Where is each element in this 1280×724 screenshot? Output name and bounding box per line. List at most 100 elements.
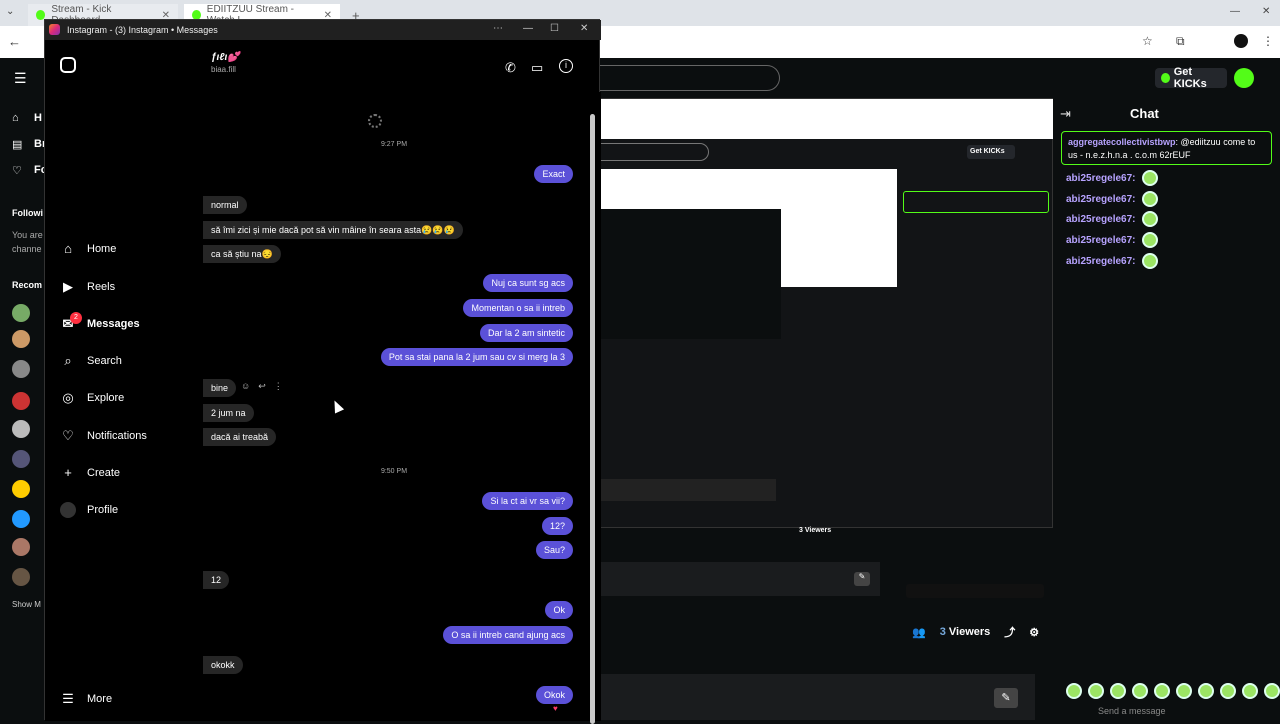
emote-icon <box>1141 191 1158 207</box>
message-bubble-sent[interactable]: Exact <box>534 165 573 183</box>
chat-username[interactable]: abi25regele67: <box>1066 173 1136 184</box>
scrollbar-thumb[interactable] <box>590 114 595 724</box>
conversation-header[interactable]: ƒιℓι💕 biaa.fill <box>211 52 240 74</box>
channel-avatar[interactable] <box>12 392 30 410</box>
message-bubble-sent[interactable]: Ok <box>545 601 573 619</box>
chat-username[interactable]: abi25regele67: <box>1066 256 1136 267</box>
message-bubble-received[interactable]: ca să știu na😔 <box>203 245 281 263</box>
tab-search-icon[interactable]: ⌄ <box>6 6 14 17</box>
emote-icon[interactable] <box>1220 683 1236 699</box>
following-text: channe <box>12 244 42 254</box>
nav-profile[interactable]: Profile <box>60 502 118 518</box>
instagram-sidebar: ⌂ Home ▶ Reels ✉ Messages ⌕ Search ◎ Explore … <box>45 40 203 721</box>
more-options-icon[interactable]: ⋮ <box>274 381 283 392</box>
reply-icon[interactable]: ↩ <box>258 381 266 392</box>
channel-avatar[interactable] <box>12 538 30 556</box>
close-window-icon[interactable]: ✕ <box>1262 6 1270 17</box>
message-bubble-received[interactable]: să îmi zici și mie dacă pot să vin mâine… <box>203 221 463 239</box>
minimize-window-icon[interactable]: — <box>1230 6 1240 17</box>
message-bubble-received[interactable]: 12 <box>203 571 230 589</box>
heart-icon[interactable]: ♡ <box>12 164 22 177</box>
channel-avatar[interactable] <box>12 360 30 378</box>
emote-icon[interactable] <box>1132 683 1148 699</box>
close-icon[interactable]: ✕ <box>580 23 588 34</box>
emote-icon[interactable] <box>1110 683 1126 699</box>
get-kicks-label: Get KICKs <box>1173 66 1207 90</box>
browse-icon[interactable]: ▤ <box>12 138 22 151</box>
info-icon[interactable]: i <box>559 59 573 73</box>
emote-icon[interactable] <box>1088 683 1104 699</box>
show-more-link[interactable]: Show M <box>12 600 41 609</box>
timestamp: 9:27 PM <box>380 141 408 148</box>
nav-home[interactable]: ⌂ Home <box>60 241 116 257</box>
back-icon[interactable]: ← <box>8 34 21 49</box>
emote-bar <box>1066 683 1280 699</box>
message-bubble-sent[interactable]: Nuj ca sunt sg acs <box>483 274 573 292</box>
channel-avatar[interactable] <box>12 510 30 528</box>
get-kicks-button[interactable]: Get KICKs <box>1155 66 1227 90</box>
user-avatar[interactable] <box>1234 68 1254 88</box>
message-bubble-sent[interactable]: O sa ii intreb cand ajung acs <box>443 626 573 644</box>
browser-menu-icon[interactable]: ⋮ <box>1262 34 1274 48</box>
message-bubble-sent[interactable]: 12? <box>541 517 573 535</box>
message-bubble-received[interactable]: 2 jum na <box>203 404 254 422</box>
nav-create[interactable]: + Create <box>60 465 120 481</box>
message-bubble-received[interactable]: normal <box>203 196 247 214</box>
chat-username[interactable]: abi25regele67: <box>1066 194 1136 205</box>
extensions-icon[interactable]: ⧉ <box>1176 34 1185 49</box>
message-bubble-received[interactable]: dacă ai treabă <box>203 428 277 446</box>
emote-icon[interactable] <box>1198 683 1214 699</box>
message-bubble-sent[interactable]: Sau? <box>535 541 573 559</box>
nav-explore[interactable]: ◎ Explore <box>60 390 124 406</box>
message-bubble-sent[interactable]: Okok <box>535 686 573 704</box>
message-bubble-received[interactable]: okokk <box>203 656 243 674</box>
minimize-icon[interactable]: — <box>523 23 533 34</box>
nested-viewers: 3 Viewers <box>799 527 832 534</box>
video-call-icon[interactable]: ▭ <box>531 60 543 76</box>
pinned-username[interactable]: aggregatecollectivistbwp <box>1068 137 1176 147</box>
emote-icon[interactable] <box>1242 683 1258 699</box>
message-bubble-sent[interactable]: Si la ct ai vr sa vii? <box>482 492 573 510</box>
message-bubble-sent[interactable]: Pot sa stai pana la 2 jum sau cv si merg… <box>380 348 573 366</box>
nav-reels[interactable]: ▶ Reels <box>60 279 115 295</box>
emote-icon[interactable] <box>1066 683 1082 699</box>
chat-username[interactable]: abi25regele67: <box>1066 214 1136 225</box>
channel-avatar[interactable] <box>12 420 30 438</box>
phone-call-icon[interactable]: ✆ <box>505 60 516 76</box>
maximize-icon[interactable]: ☐ <box>550 23 559 34</box>
emote-icon[interactable] <box>1154 683 1170 699</box>
nav-search[interactable]: ⌕ Search <box>60 353 122 369</box>
timestamp: 9:50 PM <box>380 468 408 475</box>
hamburger-menu-icon: ☰ <box>62 691 74 706</box>
collapse-chat-icon[interactable]: ⇥ <box>1060 106 1071 122</box>
channel-avatar[interactable] <box>12 450 30 468</box>
channel-avatar[interactable] <box>12 568 30 586</box>
channel-avatar[interactable] <box>12 480 30 498</box>
channel-avatar[interactable] <box>12 330 30 348</box>
chat-username[interactable]: abi25regele67: <box>1066 235 1136 246</box>
kick-search-input[interactable] <box>600 65 780 91</box>
share-icon[interactable]: ⤴ <box>1004 624 1015 640</box>
message-bubble-received[interactable]: bine <box>203 379 237 397</box>
window-options-icon[interactable]: ⋯ <box>493 23 503 34</box>
conversation-scrollbar[interactable] <box>585 92 601 724</box>
message-bubble-sent[interactable]: Dar la 2 am sintetic <box>479 324 573 342</box>
message-bubble-sent[interactable]: Momentan o sa ii intreb <box>463 299 573 317</box>
react-emoji-icon[interactable]: ☺ <box>241 381 250 392</box>
instagram-logo-icon[interactable] <box>60 57 76 73</box>
profile-avatar[interactable] <box>1234 34 1248 48</box>
bookmark-star-icon[interactable]: ☆ <box>1142 34 1153 48</box>
nested-search-pill <box>601 143 709 161</box>
emote-icon <box>1141 253 1158 269</box>
nav-more[interactable]: ☰ More <box>60 691 112 707</box>
nested-chat-title: Chat <box>837 214 853 221</box>
nested-send-box <box>906 584 1044 598</box>
home-icon[interactable]: ⌂ <box>12 112 19 124</box>
hamburger-menu-icon[interactable]: ☰ <box>14 70 27 87</box>
emote-icon[interactable] <box>1176 683 1192 699</box>
channel-avatar[interactable] <box>12 304 30 322</box>
chat-send-input[interactable]: Send a message <box>1068 706 1268 720</box>
mod-tools-icon[interactable]: ⚙ <box>1029 626 1039 639</box>
emote-icon[interactable] <box>1264 683 1280 699</box>
nav-notifications[interactable]: ♡ Notifications <box>60 428 147 444</box>
